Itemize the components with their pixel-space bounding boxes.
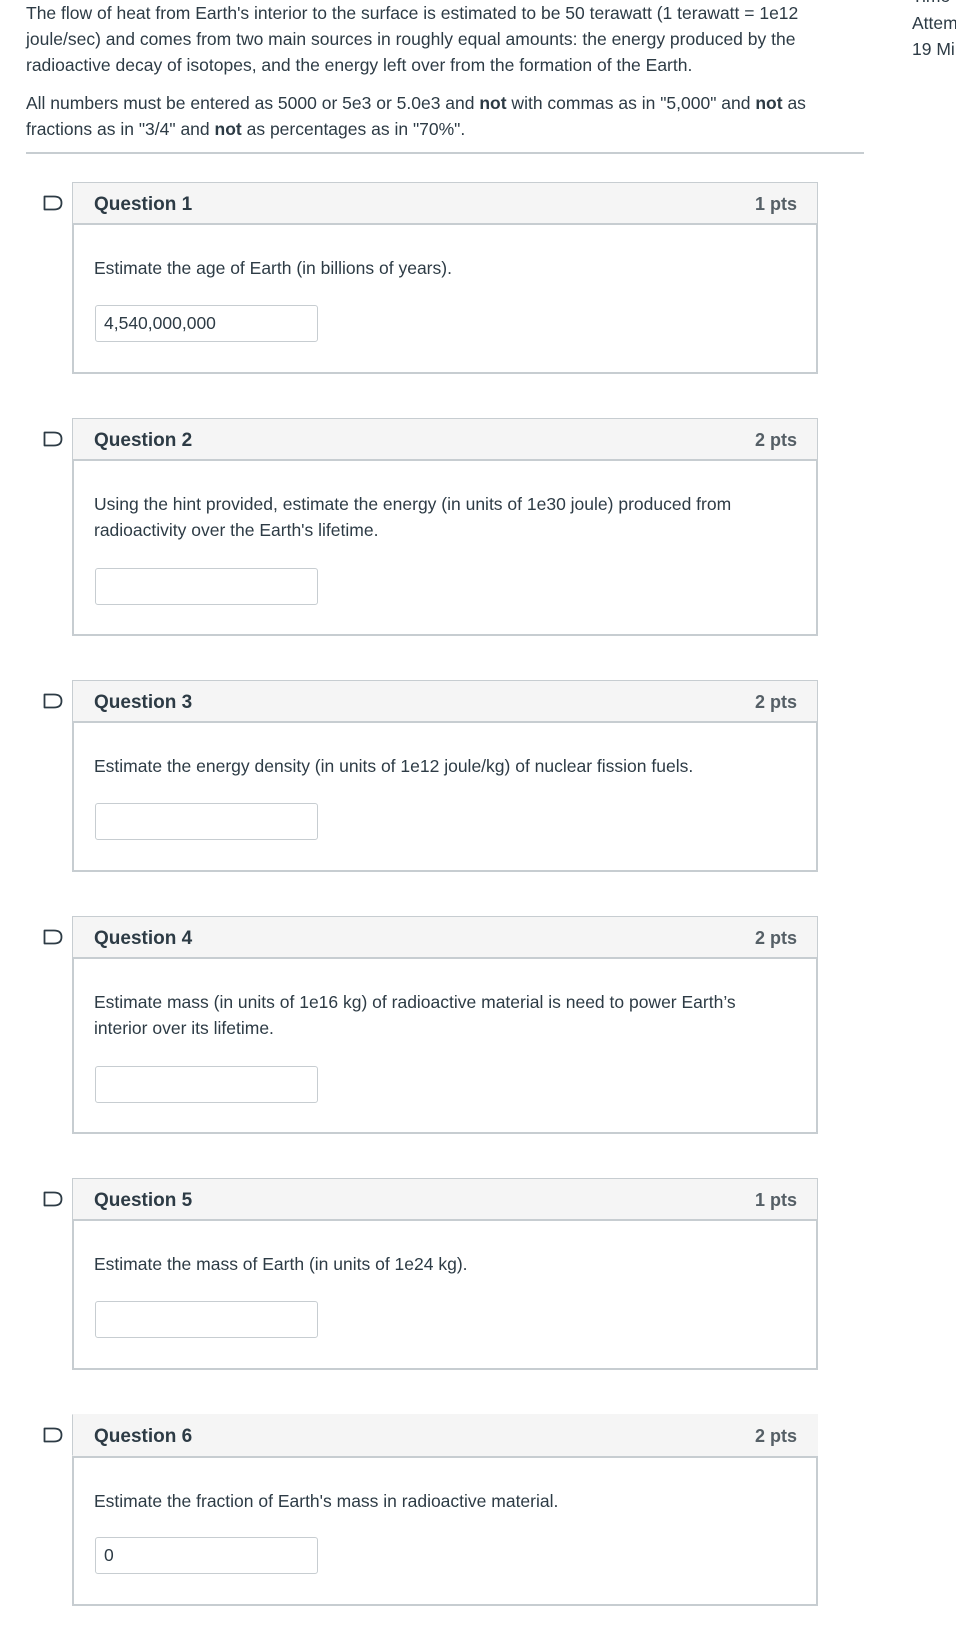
question-title: Question 3 bbox=[94, 692, 193, 713]
bookmark-flag-icon[interactable] bbox=[43, 195, 63, 211]
sidebar-attempt-label: Attem bbox=[912, 13, 956, 33]
answer-input[interactable] bbox=[95, 1066, 318, 1103]
question-points: 1 pts bbox=[754, 1190, 797, 1210]
quiz-instructions: The flow of heat from Earth's interior t… bbox=[26, 0, 864, 142]
question-3: Question 3 2 pts Estimate the energy den… bbox=[43, 680, 818, 872]
instructions-text: as percentages as in "70%". bbox=[241, 119, 466, 139]
question-text: Estimate mass (in units of 1e16 kg) of r… bbox=[94, 992, 736, 1038]
question-body: Estimate the energy density (in units of… bbox=[72, 722, 818, 872]
question-body: Estimate the mass of Earth (in units of … bbox=[72, 1220, 818, 1370]
sidebar-time-label: Time bbox=[912, 0, 950, 9]
answer-input[interactable] bbox=[95, 1301, 318, 1338]
question-text: Estimate the age of Earth (in billions o… bbox=[94, 258, 452, 278]
question-body: Using the hint provided, estimate the en… bbox=[72, 460, 818, 636]
question-text: Estimate the mass of Earth (in units of … bbox=[94, 1254, 468, 1274]
instructions-paragraph-2: All numbers must be entered as 5000 or 5… bbox=[26, 90, 864, 142]
answer-input[interactable] bbox=[95, 803, 318, 840]
question-2: Question 2 2 pts Using the hint provided… bbox=[43, 418, 818, 636]
question-points: 1 pts bbox=[754, 194, 797, 214]
question-1: Question 1 1 pts Estimate the age of Ear… bbox=[43, 182, 818, 374]
question-points: 2 pts bbox=[754, 1426, 797, 1446]
question-header: Question 6 2 pts bbox=[72, 1414, 818, 1456]
instructions-bold: not bbox=[479, 93, 507, 113]
question-title: Question 4 bbox=[94, 928, 193, 949]
question-text: Estimate the energy density (in units of… bbox=[94, 756, 694, 776]
question-body: Estimate the age of Earth (in billions o… bbox=[72, 224, 818, 374]
quiz-main: The flow of heat from Earth's interior t… bbox=[26, 0, 864, 154]
question-header: Question 5 1 pts bbox=[72, 1178, 818, 1220]
bookmark-flag-icon[interactable] bbox=[43, 431, 63, 447]
bookmark-flag-icon[interactable] bbox=[43, 693, 63, 709]
instructions-text: with commas as in "5,000" and bbox=[506, 93, 756, 113]
instructions-text: All numbers must be entered as 5000 or 5… bbox=[26, 93, 480, 113]
quiz-sidebar: Time Attem 19 Mi bbox=[912, 0, 956, 62]
answer-input[interactable] bbox=[95, 568, 318, 605]
instructions-paragraph-1: The flow of heat from Earth's interior t… bbox=[26, 3, 799, 75]
question-header: Question 3 2 pts bbox=[72, 680, 818, 722]
question-text: Using the hint provided, estimate the en… bbox=[94, 494, 732, 540]
question-points: 2 pts bbox=[754, 928, 797, 948]
bookmark-flag-icon[interactable] bbox=[43, 1191, 63, 1207]
instructions-bold: not bbox=[755, 93, 783, 113]
question-points: 2 pts bbox=[754, 692, 797, 712]
question-body: Estimate mass (in units of 1e16 kg) of r… bbox=[72, 958, 818, 1134]
question-4: Question 4 2 pts Estimate mass (in units… bbox=[43, 916, 818, 1134]
question-title: Question 1 bbox=[94, 194, 193, 215]
sidebar-time-label-clipped: Time bbox=[912, 0, 956, 10]
question-title: Question 2 bbox=[94, 430, 193, 451]
instructions-bold: not bbox=[214, 119, 242, 139]
bookmark-flag-icon[interactable] bbox=[43, 1427, 63, 1443]
question-header: Question 4 2 pts bbox=[72, 916, 818, 958]
question-header: Question 1 1 pts bbox=[72, 182, 818, 224]
sidebar-minutes-label: 19 Mi bbox=[912, 39, 955, 59]
question-text: Estimate the fraction of Earth's mass in… bbox=[94, 1491, 559, 1511]
answer-input[interactable] bbox=[95, 305, 318, 342]
question-points: 2 pts bbox=[754, 430, 797, 450]
instructions-divider bbox=[26, 152, 864, 154]
question-body: Estimate the fraction of Earth's mass in… bbox=[72, 1456, 818, 1606]
question-title: Question 6 bbox=[94, 1426, 193, 1447]
bookmark-flag-icon[interactable] bbox=[43, 929, 63, 945]
question-header: Question 2 2 pts bbox=[72, 418, 818, 460]
question-6: Question 6 2 pts Estimate the fraction o… bbox=[43, 1414, 818, 1606]
answer-input[interactable] bbox=[95, 1537, 318, 1574]
question-5: Question 5 1 pts Estimate the mass of Ea… bbox=[43, 1178, 818, 1370]
question-title: Question 5 bbox=[94, 1190, 193, 1211]
